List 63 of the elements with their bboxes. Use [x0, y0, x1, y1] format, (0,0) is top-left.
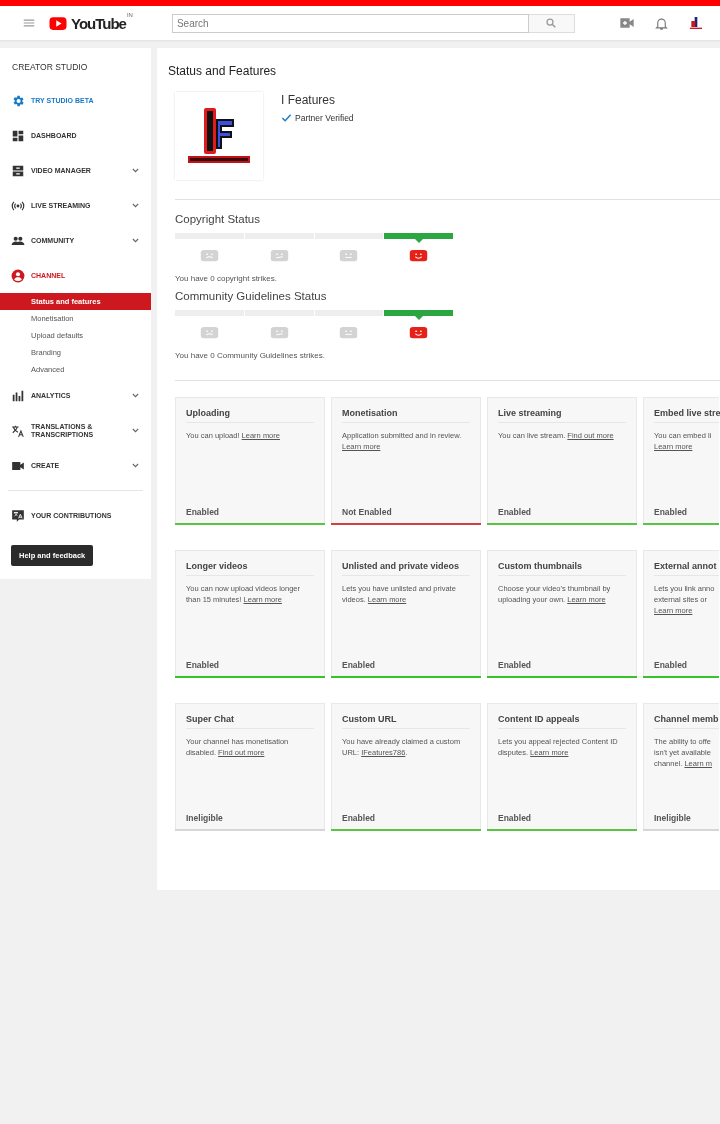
- translate-icon: [11, 423, 25, 438]
- status-label: Enabled: [342, 660, 377, 670]
- card-title: Monetisation: [342, 408, 470, 423]
- account-icon: [11, 268, 25, 283]
- chevron-down-icon: [131, 426, 140, 435]
- bell-icon[interactable]: [653, 15, 669, 31]
- checkmark-icon: [281, 112, 292, 123]
- card-title: Super Chat: [186, 714, 314, 729]
- bar-chart-icon: [11, 388, 25, 403]
- youtube-logo[interactable]: YouTube$^{IN}$: [46, 14, 133, 32]
- search-button[interactable]: [528, 13, 575, 33]
- card-title: External annot: [654, 561, 719, 576]
- card-title: Uploading: [186, 408, 314, 423]
- status-label: Not Enabled: [342, 507, 393, 517]
- sad-face-icon: [199, 248, 219, 263]
- search-icon: [545, 17, 558, 29]
- status-label: Ineligible: [654, 813, 692, 823]
- page-title: Status and Features: [168, 64, 278, 78]
- strike-message: You have 0 Community Guidelines strikes.: [175, 351, 326, 360]
- status-label: Enabled: [498, 507, 533, 517]
- translate-bubble-icon: [11, 508, 25, 523]
- sidebar-heading: CREATOR STUDIO: [12, 62, 89, 72]
- card-title: Longer videos: [186, 561, 314, 576]
- chevron-down-icon: [131, 236, 140, 245]
- status-label: Ineligible: [186, 813, 224, 823]
- chevron-down-icon: [131, 166, 140, 175]
- section-title: Community Guidelines Status: [175, 290, 328, 302]
- status-label: Enabled: [498, 813, 533, 823]
- broadcast-icon: [11, 198, 25, 213]
- card-title: Embed live stre: [654, 408, 719, 423]
- chevron-down-icon: [131, 391, 140, 400]
- card-title: Custom URL: [342, 714, 470, 729]
- status-label: Enabled: [342, 813, 377, 823]
- status-label: Enabled: [654, 507, 689, 517]
- status-label: Enabled: [186, 507, 221, 517]
- verified-label: Partner Verified: [295, 112, 354, 123]
- drawers-icon: [11, 163, 25, 178]
- card-title: Channel memb: [654, 714, 719, 729]
- dashboard-icon: [11, 128, 25, 143]
- chevron-down-icon: [131, 201, 140, 210]
- happy-face-icon: [409, 325, 429, 340]
- confused-face-icon: [269, 325, 289, 340]
- card-title: Custom thumbnails: [498, 561, 626, 576]
- status-label: Enabled: [498, 660, 533, 670]
- card-title: Content ID appeals: [498, 714, 626, 729]
- happy-face-icon: [409, 248, 429, 263]
- section-title: Copyright Status: [175, 213, 261, 225]
- video-camera-icon[interactable]: [618, 15, 635, 31]
- gear-icon: [11, 93, 25, 108]
- card-title: Unlisted and private videos: [342, 561, 470, 576]
- confused-face-icon: [269, 248, 289, 263]
- avatar-icon[interactable]: [687, 15, 704, 31]
- logo-text: YouTube: [71, 14, 126, 32]
- search-field[interactable]: Search: [171, 13, 529, 33]
- channel-name: I Features: [281, 93, 337, 107]
- chevron-down-icon: [131, 461, 140, 470]
- card-title: Live streaming: [498, 408, 626, 423]
- strike-message: You have 0 copyright strikes.: [175, 274, 278, 283]
- status-label: Enabled: [654, 660, 689, 670]
- neutral-face-icon: [339, 325, 359, 340]
- status-label: Enabled: [186, 660, 221, 670]
- sad-face-icon: [199, 325, 219, 340]
- neutral-face-icon: [339, 248, 359, 263]
